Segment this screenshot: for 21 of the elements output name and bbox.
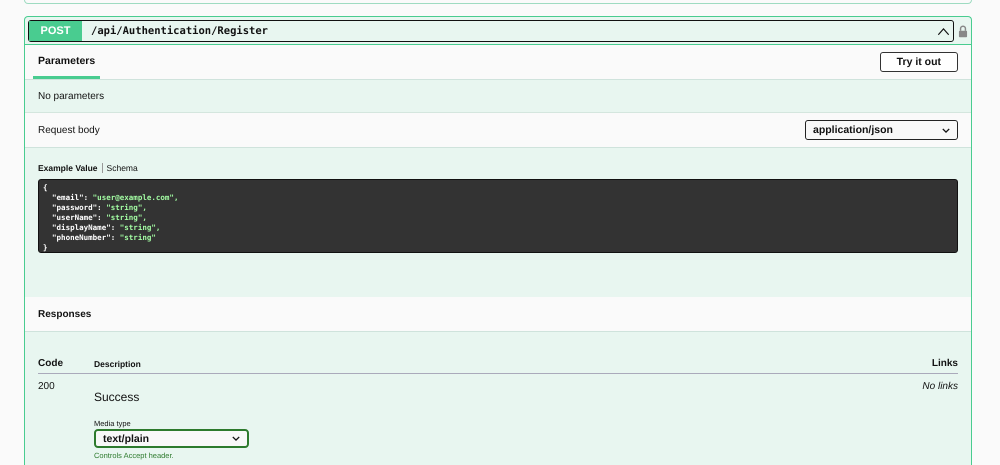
example-tab[interactable]: Schema — [106, 163, 138, 173]
endpoint-path: /api/Authentication/Register — [91, 25, 270, 37]
operation-summary[interactable]: POST /api/Authentication/Register — [28, 20, 954, 42]
try-it-out-button[interactable]: Try it out — [880, 52, 958, 72]
request-body-label: Request body — [38, 124, 100, 136]
chevron-up-icon[interactable] — [937, 26, 950, 36]
lock-icon[interactable] — [958, 24, 968, 38]
example-tab[interactable]: Example Value — [38, 163, 98, 173]
responses-heading: Responses — [38, 308, 92, 320]
method-badge: POST — [29, 21, 82, 41]
media-type-select[interactable]: text/plain — [94, 429, 249, 448]
caret-icon — [942, 128, 950, 132]
column-header: Description — [94, 359, 142, 369]
response-code: 200 — [38, 381, 56, 394]
response-description: Success — [94, 390, 140, 404]
column-header: Links — [932, 358, 958, 369]
links-value: No links — [922, 381, 958, 394]
caret-icon — [232, 436, 240, 441]
content-type-select[interactable]: application/json — [805, 120, 958, 140]
column-header: Code — [38, 358, 64, 369]
no-parameters-text: No parameters — [38, 90, 104, 102]
